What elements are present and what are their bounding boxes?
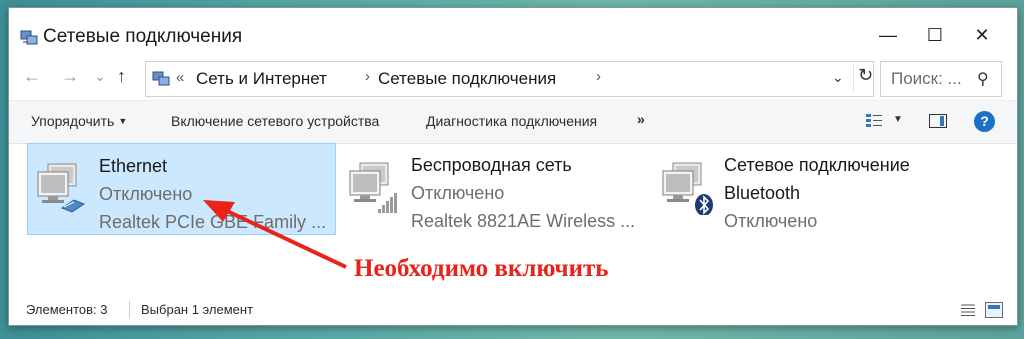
forward-button[interactable]: → bbox=[61, 66, 79, 87]
recent-locations-button[interactable]: ⌄ bbox=[94, 68, 106, 85]
connection-ethernet[interactable]: Ethernet Отключено Realtek PCIe GBE Fami… bbox=[27, 143, 336, 235]
connection-name: Ethernet bbox=[99, 156, 168, 176]
selected-count: Выбран 1 элемент bbox=[141, 302, 254, 317]
network-connections-icon bbox=[152, 71, 170, 86]
help-icon[interactable]: ? bbox=[974, 111, 995, 132]
preview-pane-icon[interactable] bbox=[929, 114, 947, 128]
minimize-button[interactable]: — bbox=[865, 20, 911, 50]
items-count: Элементов: 3 bbox=[26, 302, 108, 317]
more-commands-button[interactable]: » bbox=[637, 111, 645, 127]
command-bar: Упорядочить ▼ Включение сетевого устройст… bbox=[9, 100, 1017, 144]
status-bar: Элементов: 3 Выбран 1 элемент bbox=[9, 298, 1017, 324]
search-box[interactable]: Поиск: ... ⚲ bbox=[880, 61, 1002, 97]
connection-status: Отключено bbox=[724, 211, 818, 231]
network-connections-icon bbox=[20, 30, 38, 45]
tiles-view-icon[interactable] bbox=[985, 302, 1003, 318]
connection-device: Realtek PCIe GBE Family ... bbox=[99, 212, 327, 232]
back-button[interactable]: ← bbox=[23, 66, 41, 87]
refresh-button[interactable]: ↻ bbox=[853, 65, 878, 91]
diagnose-connection-button[interactable]: Диагностика подключения bbox=[426, 113, 597, 129]
address-dropdown-button[interactable]: ⌄ bbox=[832, 69, 844, 86]
explorer-window: Сетевые подключения — ☐ ✕ ← → ⌄ ↑ « Сеть… bbox=[8, 7, 1018, 326]
connection-wireless[interactable]: Беспроводная сеть Отключено Realtek 8821… bbox=[340, 143, 646, 235]
search-icon[interactable]: ⚲ bbox=[977, 69, 989, 89]
connection-status: Отключено bbox=[411, 183, 505, 203]
maximize-button[interactable]: ☐ bbox=[912, 20, 958, 50]
chevron-down-icon: ▼ bbox=[118, 116, 128, 126]
bluetooth-icon bbox=[662, 162, 713, 215]
window-title: Сетевые подключения bbox=[43, 26, 243, 47]
wireless-icon bbox=[349, 162, 397, 213]
change-view-icon[interactable] bbox=[865, 113, 883, 129]
connection-bluetooth-text: Сетевое подключение Bluetooth Отключено bbox=[724, 151, 910, 235]
organize-label: Упорядочить bbox=[31, 113, 115, 129]
view-dropdown-icon[interactable]: ▼ bbox=[893, 114, 903, 125]
breadcrumb-network-connections[interactable]: Сетевые подключения bbox=[378, 69, 556, 89]
connection-name: Беспроводная сеть bbox=[411, 155, 572, 175]
breadcrumb-separator[interactable]: › bbox=[596, 68, 601, 85]
search-placeholder: Поиск: ... bbox=[891, 69, 962, 88]
breadcrumb-network-internet[interactable]: Сеть и Интернет bbox=[196, 69, 327, 89]
title-bar: Сетевые подключения — ☐ ✕ bbox=[9, 8, 1017, 60]
connection-bluetooth[interactable]: Сетевое подключение Bluetooth Отключено bbox=[653, 143, 973, 235]
enable-device-button[interactable]: Включение сетевого устройства bbox=[171, 113, 379, 129]
connection-ethernet-text: Ethernet Отключено Realtek PCIe GBE Fami… bbox=[99, 152, 326, 236]
annotation-text: Необходимо включить bbox=[354, 255, 609, 282]
connection-device: Realtek 8821AE Wireless ... bbox=[411, 211, 636, 231]
breadcrumb-separator[interactable]: › bbox=[365, 68, 370, 85]
connection-status: Отключено bbox=[99, 184, 193, 204]
connection-wireless-text: Беспроводная сеть Отключено Realtek 8821… bbox=[411, 151, 635, 235]
connection-name: Сетевое подключение bbox=[724, 155, 910, 175]
connection-name-line2: Bluetooth bbox=[724, 183, 801, 203]
address-bar[interactable]: « Сеть и Интернет › Сетевые подключения … bbox=[145, 61, 874, 97]
details-view-icon[interactable] bbox=[960, 303, 976, 317]
up-button[interactable]: ↑ bbox=[117, 66, 126, 87]
address-overflow-button[interactable]: « bbox=[176, 69, 184, 86]
organize-button[interactable]: Упорядочить ▼ bbox=[31, 113, 127, 129]
status-divider bbox=[129, 301, 130, 319]
ethernet-icon bbox=[37, 163, 86, 213]
close-button[interactable]: ✕ bbox=[959, 20, 1005, 50]
